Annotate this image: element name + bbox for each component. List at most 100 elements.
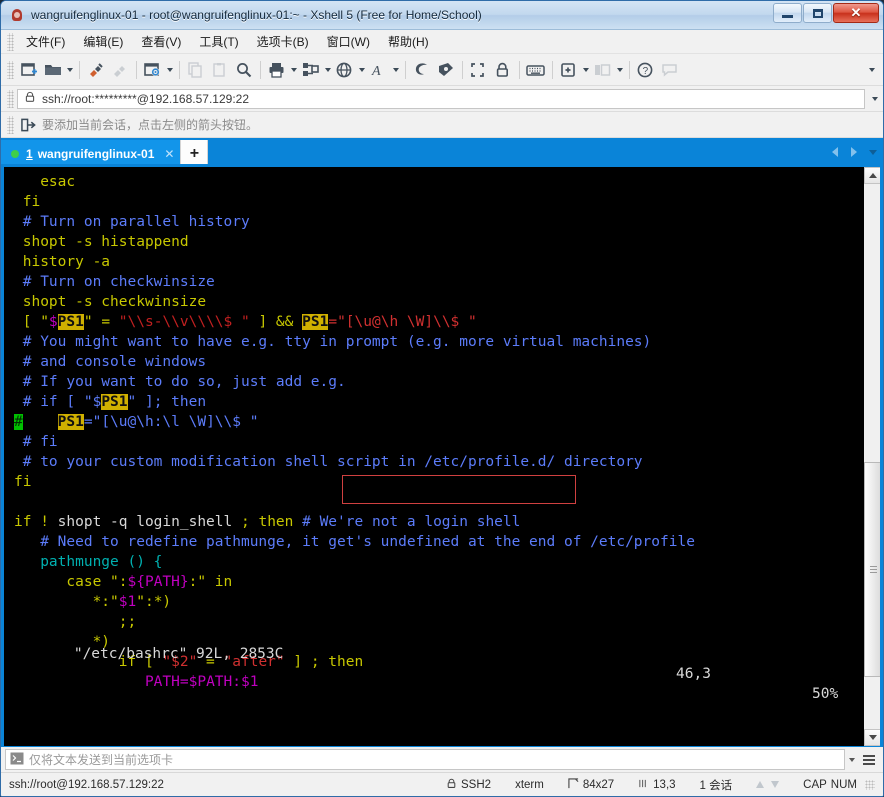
tab-next-icon[interactable]: [847, 144, 860, 160]
maximize-button[interactable]: [803, 3, 832, 23]
terminal-span: # Turn on parallel history: [14, 214, 250, 230]
lock-icon[interactable]: [491, 58, 515, 82]
globe-dropdown-icon[interactable]: [357, 58, 367, 82]
new-note-dropdown-icon[interactable]: [581, 58, 591, 82]
terminal-span: shopt -q login_shell: [57, 514, 233, 530]
new-note-icon[interactable]: [557, 58, 581, 82]
terminal-span: =: [328, 314, 338, 330]
hintbar-drag-grip[interactable]: [7, 115, 14, 134]
terminal-span: PS1: [302, 314, 329, 330]
lock-icon: [446, 778, 457, 792]
ftp-icon[interactable]: [434, 58, 458, 82]
chat-icon[interactable]: [658, 58, 682, 82]
properties-gear-icon[interactable]: [141, 58, 165, 82]
terminal-screen[interactable]: esac fi # Turn on parallel history shopt…: [4, 167, 863, 746]
terminal-span: PS1: [57, 414, 84, 430]
terminal-span: # Need to redefine pathmunge, it get's u…: [14, 534, 695, 550]
font-dropdown-icon[interactable]: [391, 58, 401, 82]
print-icon[interactable]: [265, 58, 289, 82]
menu-item-window[interactable]: 窗口(W): [318, 30, 379, 53]
status-terminal-type: xterm: [515, 779, 544, 791]
connect-icon[interactable]: [84, 58, 108, 82]
paste-icon[interactable]: [208, 58, 232, 82]
toolbar-separator: [462, 60, 463, 79]
minimize-button[interactable]: [773, 3, 802, 23]
menu-item-help[interactable]: 帮助(H): [379, 30, 438, 53]
copy-icon[interactable]: [184, 58, 208, 82]
send-command-input[interactable]: 仅将文本发送到当前选项卡: [5, 749, 845, 770]
arrow-up-icon: [756, 781, 765, 788]
close-button[interactable]: ✕: [833, 3, 879, 23]
tab-session-1[interactable]: 1 wangruifenglinux-01 ✕: [1, 140, 181, 167]
terminal-span: ":*): [136, 594, 172, 610]
transfer-icon[interactable]: [299, 58, 323, 82]
tab-prev-icon[interactable]: [828, 144, 841, 160]
terminal-span: PS1: [101, 394, 128, 410]
terminal-span: ="[\u@\h:\l \W]\\$ ": [83, 414, 259, 430]
menu-drag-grip[interactable]: [7, 32, 14, 51]
terminal-scrollbar[interactable]: [863, 167, 880, 746]
addressbar-drag-grip[interactable]: [7, 89, 14, 108]
tab-close-icon[interactable]: ✕: [164, 147, 174, 161]
toolbar-separator: [179, 60, 180, 79]
resize-grip[interactable]: [865, 779, 875, 790]
terminal-line: pathmunge () {: [14, 552, 863, 572]
terminal-span: :": [188, 574, 207, 590]
terminal-line: *:"$1":*): [14, 592, 863, 612]
open-folder-icon[interactable]: [41, 58, 65, 82]
status-caps-label: CAP: [803, 778, 827, 791]
hamburger-icon[interactable]: [859, 749, 879, 770]
terminal-line: shopt -s checkwinsize: [14, 292, 863, 312]
transfer-dropdown-icon[interactable]: [323, 58, 333, 82]
font-icon[interactable]: A: [367, 58, 391, 82]
fullscreen-icon[interactable]: [467, 58, 491, 82]
toolbar-drag-grip[interactable]: [7, 60, 14, 79]
tab-navigation: [828, 142, 879, 162]
keyboard-icon[interactable]: [524, 58, 548, 82]
properties-dropdown-icon[interactable]: [165, 58, 175, 82]
status-cursor: 13,3: [638, 778, 676, 792]
tab-label: wangruifenglinux-01: [37, 146, 155, 161]
terminal-span: ${PATH}: [127, 574, 189, 590]
toolbar-separator: [629, 60, 630, 79]
terminal-span: shopt -s checkwinsize: [14, 294, 207, 310]
status-bar: ssh://root@192.168.57.129:22 SSH2 xterm …: [1, 772, 883, 796]
menu-item-tabs[interactable]: 选项卡(B): [248, 30, 318, 53]
scrollbar-thumb[interactable]: [864, 462, 880, 677]
help-icon[interactable]: ?: [634, 58, 658, 82]
address-input[interactable]: ssh://root:*********@192.168.57.129:22: [17, 88, 865, 109]
new-tab-button[interactable]: +: [180, 140, 209, 167]
hint-bar: 要添加当前会话，点击左侧的箭头按钮。: [1, 112, 883, 138]
tab-list-dropdown-icon[interactable]: [866, 144, 879, 160]
new-session-icon[interactable]: [17, 58, 41, 82]
scroll-up-button[interactable]: [864, 167, 880, 184]
print-dropdown-icon[interactable]: [289, 58, 299, 82]
layout-dropdown-icon[interactable]: [615, 58, 625, 82]
add-session-arrow-icon[interactable]: [21, 118, 36, 132]
menu-item-edit[interactable]: 编辑(E): [74, 30, 132, 53]
toolbar-overflow-button[interactable]: [867, 54, 877, 86]
find-icon[interactable]: [232, 58, 256, 82]
terminal-line: # if [ "$PS1" ]; then: [14, 392, 863, 412]
terminal-span: " ]; then: [127, 394, 207, 410]
menu-item-tools[interactable]: 工具(T): [190, 30, 247, 53]
globe-icon[interactable]: [333, 58, 357, 82]
terminal-line: # to your custom modification shell scri…: [14, 452, 863, 472]
menu-item-file[interactable]: 文件(F): [17, 30, 74, 53]
tab-bar: 1 wangruifenglinux-01 ✕ +: [1, 138, 883, 167]
address-dropdown-icon[interactable]: [867, 89, 883, 109]
disconnect-icon[interactable]: [108, 58, 132, 82]
arrow-down-icon: [771, 781, 780, 788]
send-command-dropdown-icon[interactable]: [845, 749, 859, 770]
open-folder-dropdown-icon[interactable]: [65, 58, 75, 82]
terminal-line: fi: [14, 192, 863, 212]
scroll-down-button[interactable]: [864, 729, 880, 746]
terminal-span: pathmunge () {: [14, 554, 163, 570]
status-size-label: 84x27: [582, 778, 615, 791]
sftp-icon[interactable]: [410, 58, 434, 82]
terminal-line: history -a: [14, 252, 863, 272]
connection-status-icon: [11, 149, 19, 158]
terminal-span: # fi: [14, 434, 58, 450]
menu-item-view[interactable]: 查看(V): [132, 30, 190, 53]
layout-icon[interactable]: [591, 58, 615, 82]
